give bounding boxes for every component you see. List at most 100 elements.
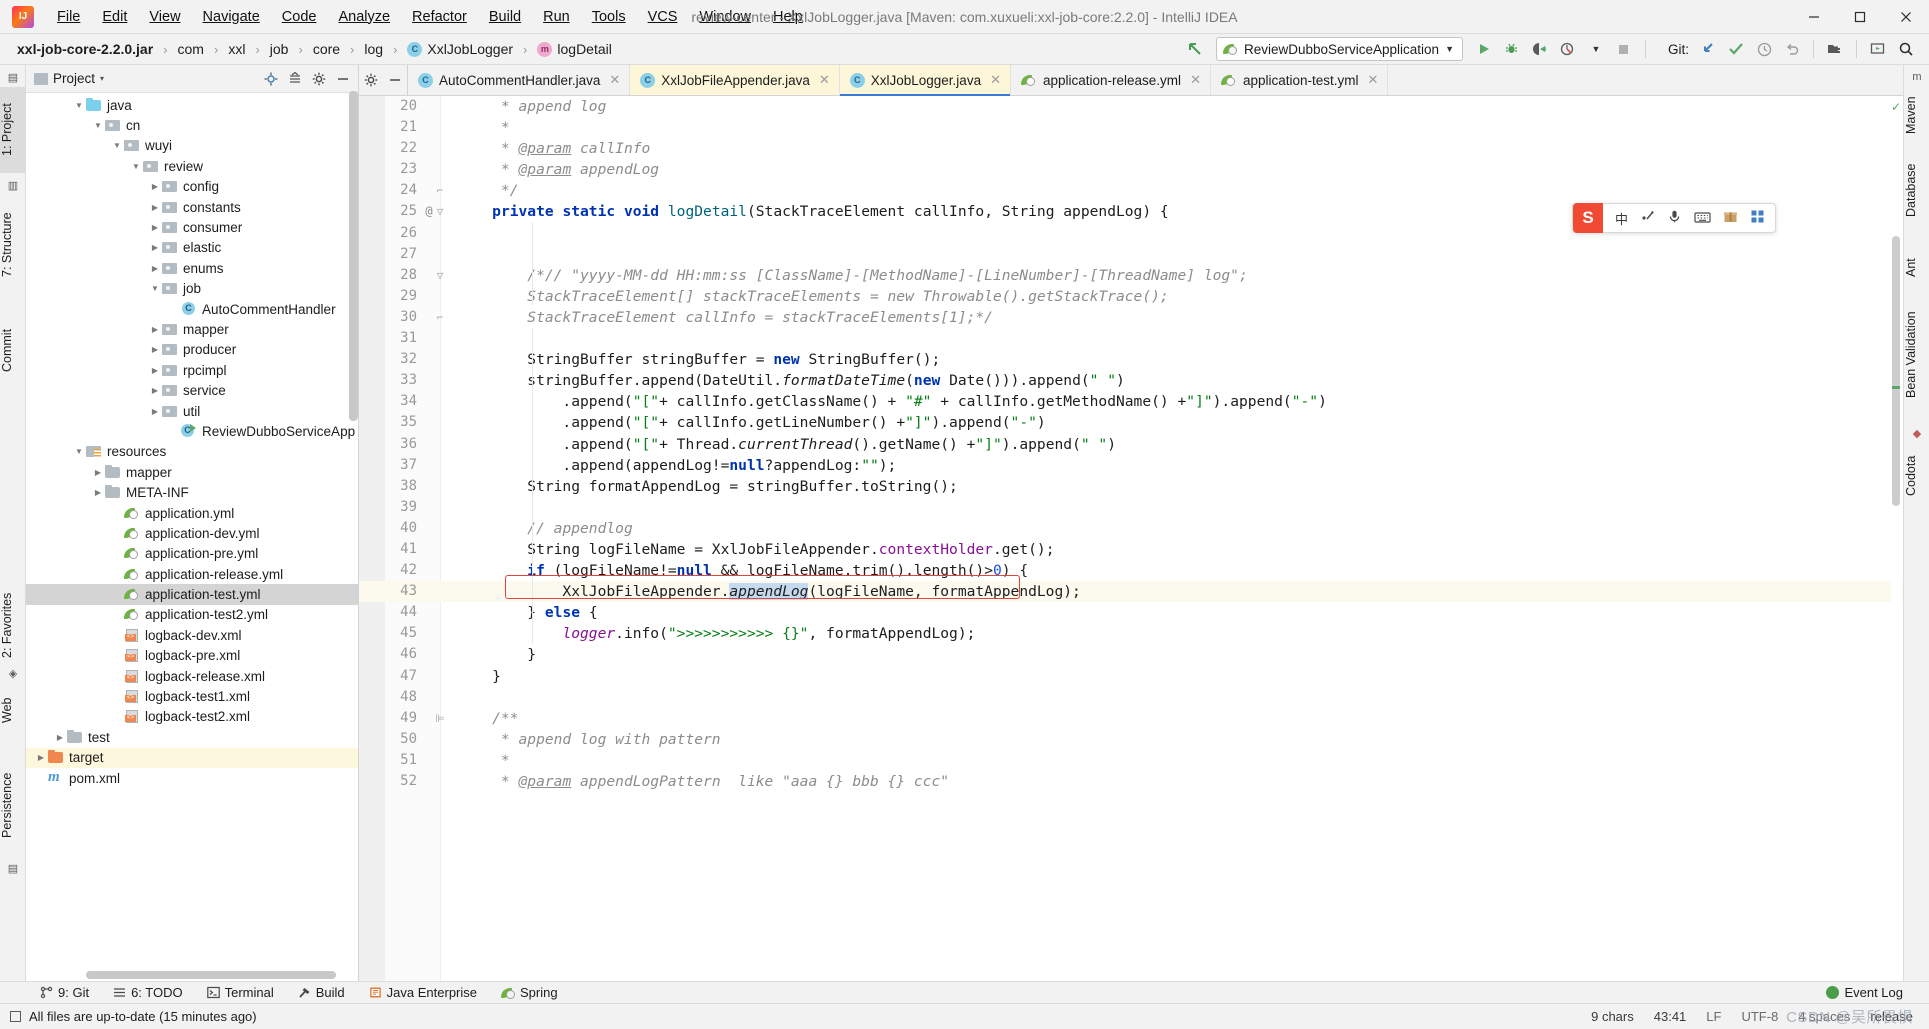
chevron-right-icon[interactable]: ▶ [148,386,162,395]
code-line[interactable]: 42 if (logFileName!=null && logFileName.… [359,560,1903,581]
close-tab-icon[interactable]: ✕ [1368,72,1379,88]
chevron-right-icon[interactable]: ▶ [148,366,162,375]
editor-tab[interactable]: C XxlJobFileAppender.java ✕ [630,65,840,95]
code-line[interactable]: 48 [359,687,1903,708]
breadcrumb-item-job[interactable]: job [267,40,292,58]
tree-item[interactable]: ▼ java [26,95,358,115]
sidebar-item-persistence[interactable]: Persistence [0,755,26,855]
code-line[interactable]: 37 .append(appendLog!=null?appendLog:"")… [359,455,1903,476]
chinese-mode-icon[interactable]: 中 [1615,209,1628,228]
chevron-right-icon[interactable]: ▶ [148,264,162,273]
search-icon[interactable] [1893,37,1919,61]
code-line[interactable]: 23 * @param appendLog [359,159,1903,180]
run-with-coverage-icon[interactable] [1527,37,1553,61]
tree-item[interactable]: ▶ consumer [26,217,358,237]
code-line[interactable]: 33 stringBuffer.append(DateUtil.formatDa… [359,370,1903,391]
tree-item[interactable]: logback-dev.xml [26,625,358,645]
chevron-right-icon[interactable]: ▶ [148,182,162,191]
git-rollback-icon[interactable] [1779,37,1805,61]
tree-item[interactable]: ▶ elastic [26,238,358,258]
code-line[interactable]: 21 * [359,117,1903,138]
code-fold-icon[interactable]: ⊫ [433,708,447,729]
gear-icon[interactable] [359,65,383,95]
voice-input-icon[interactable] [1667,209,1682,227]
keyboard-icon[interactable] [1694,210,1711,227]
chevron-right-icon[interactable]: ▶ [91,468,105,477]
project-tree-hscrollbar[interactable] [86,971,336,979]
menu-tools[interactable]: Tools [581,4,637,30]
breadcrumb-item-method[interactable]: m logDetail [534,40,614,58]
code-fold-icon[interactable]: ⌐ [433,307,447,328]
code-line[interactable]: 38 String formatAppendLog = stringBuffer… [359,476,1903,497]
debug-icon[interactable] [1499,37,1525,61]
status-encoding[interactable]: UTF-8 [1741,1009,1778,1024]
code-line[interactable]: 45 logger.info(">>>>>>>>>>> {}", formatA… [359,623,1903,644]
sidebar-item-ant[interactable]: Ant [1904,247,1929,289]
tree-item[interactable]: ▶ enums [26,258,358,278]
editor-tabs[interactable]: C AutoCommentHandler.java ✕ C XxlJobFileAppe… [407,65,1389,96]
tool-window-terminal[interactable]: Terminal [195,983,286,1002]
tree-item[interactable]: ▼ resources [26,442,358,462]
run-icon[interactable] [1471,37,1497,61]
close-tab-icon[interactable]: ✕ [990,72,1001,88]
minimize-icon[interactable] [383,65,407,95]
menu-help[interactable]: Help [762,4,814,30]
code-line[interactable]: 34 .append("["+ callInfo.getClassName() … [359,391,1903,412]
sidebar-item-commit[interactable]: Commit [0,315,26,385]
chevron-down-icon[interactable]: ▼ [72,101,86,110]
tool-window-spring[interactable]: Spring [489,983,570,1002]
structure-panel-icon[interactable]: ▥ [4,177,22,193]
menu-analyze[interactable]: Analyze [327,4,401,30]
breadcrumb-item-xxl[interactable]: xxl [225,40,248,58]
chevron-right-icon[interactable]: ▶ [148,345,162,354]
tree-item[interactable]: ▶ test [26,727,358,747]
profiler-dropdown-icon[interactable]: ▼ [1583,37,1609,61]
code-line[interactable]: 28 ▽ /*// "yyyy-MM-dd HH:mm:ss [ClassName… [359,265,1903,286]
editor-tab[interactable]: C AutoCommentHandler.java ✕ [408,65,631,95]
code-line[interactable]: 39 [359,497,1903,518]
menu-view[interactable]: View [138,4,191,30]
code-fold-icon[interactable]: ▽ [433,201,447,222]
tree-item[interactable]: ▼ wuyi [26,136,358,156]
menu-navigate[interactable]: Navigate [192,4,271,30]
sidebar-item-bean-validation[interactable]: Bean Validation [1904,297,1929,413]
project-tree[interactable]: ▼ java ▼ cn ▼ wuyi ▼ review ▶ config ▶ constants ▶ co… [26,93,358,981]
editor-tab[interactable]: C XxlJobLogger.java ✕ [839,65,1011,96]
tree-item[interactable]: AutoCommentHandler [26,299,358,319]
editor-scroll-thumb[interactable] [1892,236,1900,506]
chevron-down-icon[interactable]: ▼ [72,447,86,456]
git-update-icon[interactable] [1695,37,1721,61]
gear-icon[interactable] [308,68,330,90]
chevron-right-icon[interactable]: ▶ [34,753,48,762]
menu-run[interactable]: Run [532,4,581,30]
sidebar-item-favorites[interactable]: 2: Favorites [0,570,26,680]
tool-window-git[interactable]: 9: Git [28,983,101,1002]
chevron-down-icon[interactable]: ▼ [91,121,105,130]
tree-item[interactable]: ▶ mapper [26,462,358,482]
gift-icon[interactable] [1723,209,1738,227]
menu-build[interactable]: Build [478,4,532,30]
code-line[interactable]: 32 StringBuffer stringBuffer = new Strin… [359,349,1903,370]
breadcrumb-item-core[interactable]: core [310,40,343,58]
sidebar-item-structure[interactable]: 7: Structure [0,195,26,295]
close-tab-icon[interactable]: ✕ [1190,72,1201,88]
tree-item[interactable]: application-test.yml [26,584,358,605]
breadcrumb-item-class[interactable]: C XxlJobLogger [404,40,516,58]
code-line[interactable]: 35 .append("["+ callInfo.getLineNumber()… [359,412,1903,433]
code-line[interactable]: 50 * append log with pattern [359,729,1903,750]
close-button[interactable] [1883,0,1929,34]
tree-item[interactable]: ▼ review [26,156,358,176]
tree-item[interactable]: ▼ cn [26,115,358,135]
editor-tab[interactable]: application-test.yml ✕ [1211,65,1389,95]
editor-scrollbar[interactable]: ✓ [1891,96,1902,981]
code-line[interactable]: 31 [359,328,1903,349]
code-line[interactable]: 29 StackTraceElement[] stackTraceElement… [359,286,1903,307]
maven-panel-icon[interactable]: m [1908,69,1926,85]
chevron-right-icon[interactable]: ▶ [148,325,162,334]
chevron-right-icon[interactable]: ▶ [148,223,162,232]
tree-item[interactable]: ▶ config [26,177,358,197]
close-tab-icon[interactable]: ✕ [609,72,620,88]
tree-item[interactable]: logback-release.xml [26,666,358,686]
code-line[interactable]: 40 // appendlog [359,518,1903,539]
editor-tab[interactable]: application-release.yml ✕ [1011,65,1211,95]
